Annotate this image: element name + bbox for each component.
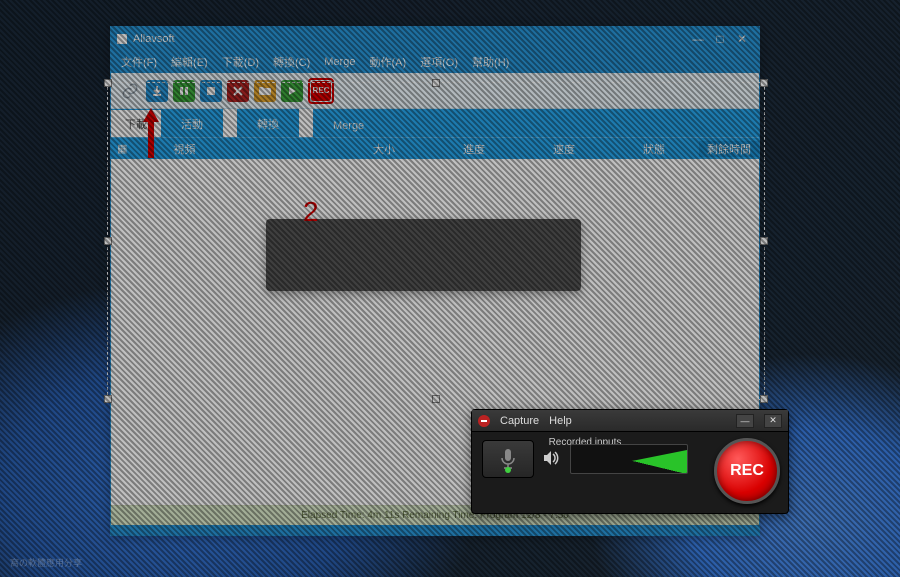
capture-menu-capture[interactable]: Capture [500,415,539,427]
capture-panel: Capture Help — ✕ Recorded inputs REC [471,409,789,514]
capture-menu-help[interactable]: Help [549,415,572,427]
resize-handle-br[interactable] [760,395,768,403]
resize-handle-ml[interactable] [104,237,112,245]
audio-level-fill [571,445,687,473]
capture-minimize-button[interactable]: — [736,414,754,428]
maximize-button[interactable]: □ [709,32,731,46]
menu-action[interactable]: 動作(A) [369,54,406,70]
resize-handle-bm[interactable] [432,395,440,403]
microphone-icon [499,448,517,470]
titlebar[interactable]: Allavsoft — □ ✕ [111,27,759,51]
capture-titlebar[interactable]: Capture Help — ✕ [472,410,788,432]
menu-convert[interactable]: 轉換(C) [273,54,310,70]
menubar: 文件(F) 編輯(E) 下載(D) 轉換(C) Merge 動作(A) 選項(O… [111,51,759,73]
resize-handle-mr[interactable] [760,237,768,245]
close-button[interactable]: ✕ [731,32,753,46]
resize-handle-tr[interactable] [760,79,768,87]
resize-handle-bl[interactable] [104,395,112,403]
webcam-toggle-button[interactable] [482,440,534,478]
resize-handle-tl[interactable] [104,79,112,87]
resize-handle-tm[interactable] [432,79,440,87]
capture-app-icon [478,415,490,427]
menu-help[interactable]: 幫助(H) [472,54,509,70]
menu-edit[interactable]: 編輯(E) [171,54,208,70]
menu-file[interactable]: 文件(F) [121,54,157,70]
menu-download[interactable]: 下載(D) [222,54,259,70]
app-icon [117,34,127,44]
menu-options[interactable]: 選項(O) [420,54,458,70]
capture-close-button[interactable]: ✕ [764,414,782,428]
capture-record-label: REC [730,462,764,480]
bottom-border [111,525,759,535]
menu-merge[interactable]: Merge [324,56,355,68]
capture-region-marquee[interactable] [107,82,765,400]
watermark-text: 窩の軟體應用分享 [10,556,82,569]
speaker-icon[interactable] [544,451,560,468]
audio-level-meter[interactable] [570,444,688,474]
capture-record-button[interactable]: REC [714,438,780,504]
minimize-button[interactable]: — [687,32,709,46]
window-title: Allavsoft [133,33,687,45]
